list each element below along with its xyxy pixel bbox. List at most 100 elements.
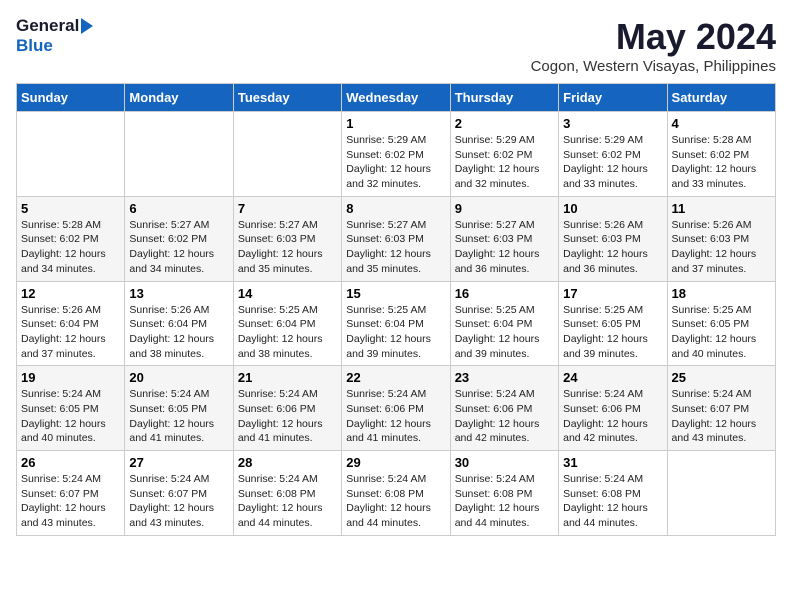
- logo-arrow-icon: [81, 18, 93, 34]
- day-info: Sunrise: 5:24 AMSunset: 6:08 PMDaylight:…: [238, 472, 337, 531]
- day-info: Sunrise: 5:24 AMSunset: 6:08 PMDaylight:…: [346, 472, 445, 531]
- day-number: 26: [21, 455, 120, 470]
- day-info: Sunrise: 5:29 AMSunset: 6:02 PMDaylight:…: [346, 133, 445, 192]
- month-title: May 2024: [531, 16, 776, 58]
- day-cell: 21 Sunrise: 5:24 AMSunset: 6:06 PMDayligh…: [233, 366, 341, 451]
- day-cell: 12 Sunrise: 5:26 AMSunset: 6:04 PMDayligh…: [17, 281, 125, 366]
- day-cell: 22 Sunrise: 5:24 AMSunset: 6:06 PMDayligh…: [342, 366, 450, 451]
- day-info: Sunrise: 5:28 AMSunset: 6:02 PMDaylight:…: [672, 133, 771, 192]
- weekday-header-wednesday: Wednesday: [342, 84, 450, 112]
- day-info: Sunrise: 5:26 AMSunset: 6:04 PMDaylight:…: [129, 303, 228, 362]
- day-info: Sunrise: 5:26 AMSunset: 6:03 PMDaylight:…: [563, 218, 662, 277]
- day-info: Sunrise: 5:24 AMSunset: 6:06 PMDaylight:…: [346, 387, 445, 446]
- day-info: Sunrise: 5:24 AMSunset: 6:06 PMDaylight:…: [238, 387, 337, 446]
- weekday-header-monday: Monday: [125, 84, 233, 112]
- day-cell: 31Sunrise: 5:24 AMSunset: 6:08 PMDayligh…: [559, 451, 667, 536]
- day-cell: 1Sunrise: 5:29 AMSunset: 6:02 PMDaylight…: [342, 112, 450, 197]
- day-number: 7: [238, 201, 337, 216]
- day-info: Sunrise: 5:25 AMSunset: 6:04 PMDaylight:…: [455, 303, 554, 362]
- day-cell: 17 Sunrise: 5:25 AMSunset: 6:05 PMDayligh…: [559, 281, 667, 366]
- day-cell: 13 Sunrise: 5:26 AMSunset: 6:04 PMDayligh…: [125, 281, 233, 366]
- day-info: Sunrise: 5:26 AMSunset: 6:03 PMDaylight:…: [672, 218, 771, 277]
- weekday-header-sunday: Sunday: [17, 84, 125, 112]
- day-info: Sunrise: 5:24 AMSunset: 6:06 PMDaylight:…: [455, 387, 554, 446]
- week-row-3: 12 Sunrise: 5:26 AMSunset: 6:04 PMDayligh…: [17, 281, 776, 366]
- day-number: 19: [21, 370, 120, 385]
- day-cell: 23 Sunrise: 5:24 AMSunset: 6:06 PMDayligh…: [450, 366, 558, 451]
- day-number: 9: [455, 201, 554, 216]
- day-number: 14: [238, 286, 337, 301]
- day-cell: 28 Sunrise: 5:24 AMSunset: 6:08 PMDayligh…: [233, 451, 341, 536]
- calendar-table: SundayMondayTuesdayWednesdayThursdayFrid…: [16, 83, 776, 536]
- day-cell: 24Sunrise: 5:24 AMSunset: 6:06 PMDayligh…: [559, 366, 667, 451]
- day-number: 23: [455, 370, 554, 385]
- day-info: Sunrise: 5:27 AMSunset: 6:03 PMDaylight:…: [238, 218, 337, 277]
- day-info: Sunrise: 5:26 AMSunset: 6:04 PMDaylight:…: [21, 303, 120, 362]
- weekday-header-thursday: Thursday: [450, 84, 558, 112]
- day-number: 6: [129, 201, 228, 216]
- day-number: 12: [21, 286, 120, 301]
- day-info: Sunrise: 5:27 AMSunset: 6:03 PMDaylight:…: [346, 218, 445, 277]
- day-number: 21: [238, 370, 337, 385]
- week-row-4: 19 Sunrise: 5:24 AMSunset: 6:05 PMDayligh…: [17, 366, 776, 451]
- day-cell: 7 Sunrise: 5:27 AMSunset: 6:03 PMDaylight…: [233, 196, 341, 281]
- day-info: Sunrise: 5:25 AMSunset: 6:04 PMDaylight:…: [346, 303, 445, 362]
- day-cell: 30 Sunrise: 5:24 AMSunset: 6:08 PMDayligh…: [450, 451, 558, 536]
- weekday-header-row: SundayMondayTuesdayWednesdayThursdayFrid…: [17, 84, 776, 112]
- weekday-header-tuesday: Tuesday: [233, 84, 341, 112]
- day-info: Sunrise: 5:24 AMSunset: 6:05 PMDaylight:…: [21, 387, 120, 446]
- day-cell: 19 Sunrise: 5:24 AMSunset: 6:05 PMDayligh…: [17, 366, 125, 451]
- day-info: Sunrise: 5:25 AMSunset: 6:05 PMDaylight:…: [563, 303, 662, 362]
- day-number: 11: [672, 201, 771, 216]
- day-cell: 20Sunrise: 5:24 AMSunset: 6:05 PMDayligh…: [125, 366, 233, 451]
- day-info: Sunrise: 5:28 AMSunset: 6:02 PMDaylight:…: [21, 218, 120, 277]
- logo-blue: Blue: [16, 36, 53, 55]
- day-number: 28: [238, 455, 337, 470]
- day-info: Sunrise: 5:24 AMSunset: 6:07 PMDaylight:…: [129, 472, 228, 531]
- day-info: Sunrise: 5:24 AMSunset: 6:08 PMDaylight:…: [563, 472, 662, 531]
- day-number: 16: [455, 286, 554, 301]
- week-row-5: 26 Sunrise: 5:24 AMSunset: 6:07 PMDayligh…: [17, 451, 776, 536]
- day-cell: 11 Sunrise: 5:26 AMSunset: 6:03 PMDayligh…: [667, 196, 775, 281]
- day-info: Sunrise: 5:29 AMSunset: 6:02 PMDaylight:…: [455, 133, 554, 192]
- day-cell: [125, 112, 233, 197]
- day-number: 27: [129, 455, 228, 470]
- day-number: 18: [672, 286, 771, 301]
- day-cell: 4Sunrise: 5:28 AMSunset: 6:02 PMDaylight…: [667, 112, 775, 197]
- day-cell: 16 Sunrise: 5:25 AMSunset: 6:04 PMDayligh…: [450, 281, 558, 366]
- day-info: Sunrise: 5:24 AMSunset: 6:08 PMDaylight:…: [455, 472, 554, 531]
- week-row-1: 1Sunrise: 5:29 AMSunset: 6:02 PMDaylight…: [17, 112, 776, 197]
- day-cell: 15 Sunrise: 5:25 AMSunset: 6:04 PMDayligh…: [342, 281, 450, 366]
- day-info: Sunrise: 5:24 AMSunset: 6:05 PMDaylight:…: [129, 387, 228, 446]
- day-number: 2: [455, 116, 554, 131]
- title-area: May 2024 Cogon, Western Visayas, Philipp…: [531, 16, 776, 75]
- day-info: Sunrise: 5:27 AMSunset: 6:02 PMDaylight:…: [129, 218, 228, 277]
- logo: General Blue: [16, 16, 93, 56]
- day-cell: 8Sunrise: 5:27 AMSunset: 6:03 PMDaylight…: [342, 196, 450, 281]
- day-cell: 5 Sunrise: 5:28 AMSunset: 6:02 PMDaylight…: [17, 196, 125, 281]
- day-info: Sunrise: 5:25 AMSunset: 6:05 PMDaylight:…: [672, 303, 771, 362]
- day-cell: 25 Sunrise: 5:24 AMSunset: 6:07 PMDayligh…: [667, 366, 775, 451]
- day-number: 24: [563, 370, 662, 385]
- header: General Blue May 2024 Cogon, Western Vis…: [16, 16, 776, 75]
- day-info: Sunrise: 5:24 AMSunset: 6:07 PMDaylight:…: [672, 387, 771, 446]
- weekday-header-saturday: Saturday: [667, 84, 775, 112]
- day-number: 17: [563, 286, 662, 301]
- day-number: 3: [563, 116, 662, 131]
- day-number: 10: [563, 201, 662, 216]
- day-info: Sunrise: 5:25 AMSunset: 6:04 PMDaylight:…: [238, 303, 337, 362]
- day-info: Sunrise: 5:29 AMSunset: 6:02 PMDaylight:…: [563, 133, 662, 192]
- day-cell: 27 Sunrise: 5:24 AMSunset: 6:07 PMDayligh…: [125, 451, 233, 536]
- day-number: 15: [346, 286, 445, 301]
- day-cell: 18 Sunrise: 5:25 AMSunset: 6:05 PMDayligh…: [667, 281, 775, 366]
- day-cell: 3 Sunrise: 5:29 AMSunset: 6:02 PMDaylight…: [559, 112, 667, 197]
- day-number: 13: [129, 286, 228, 301]
- day-cell: 29Sunrise: 5:24 AMSunset: 6:08 PMDayligh…: [342, 451, 450, 536]
- day-number: 30: [455, 455, 554, 470]
- day-number: 5: [21, 201, 120, 216]
- day-number: 22: [346, 370, 445, 385]
- day-cell: 14 Sunrise: 5:25 AMSunset: 6:04 PMDayligh…: [233, 281, 341, 366]
- day-number: 25: [672, 370, 771, 385]
- day-cell: 10 Sunrise: 5:26 AMSunset: 6:03 PMDayligh…: [559, 196, 667, 281]
- day-cell: 26Sunrise: 5:24 AMSunset: 6:07 PMDayligh…: [17, 451, 125, 536]
